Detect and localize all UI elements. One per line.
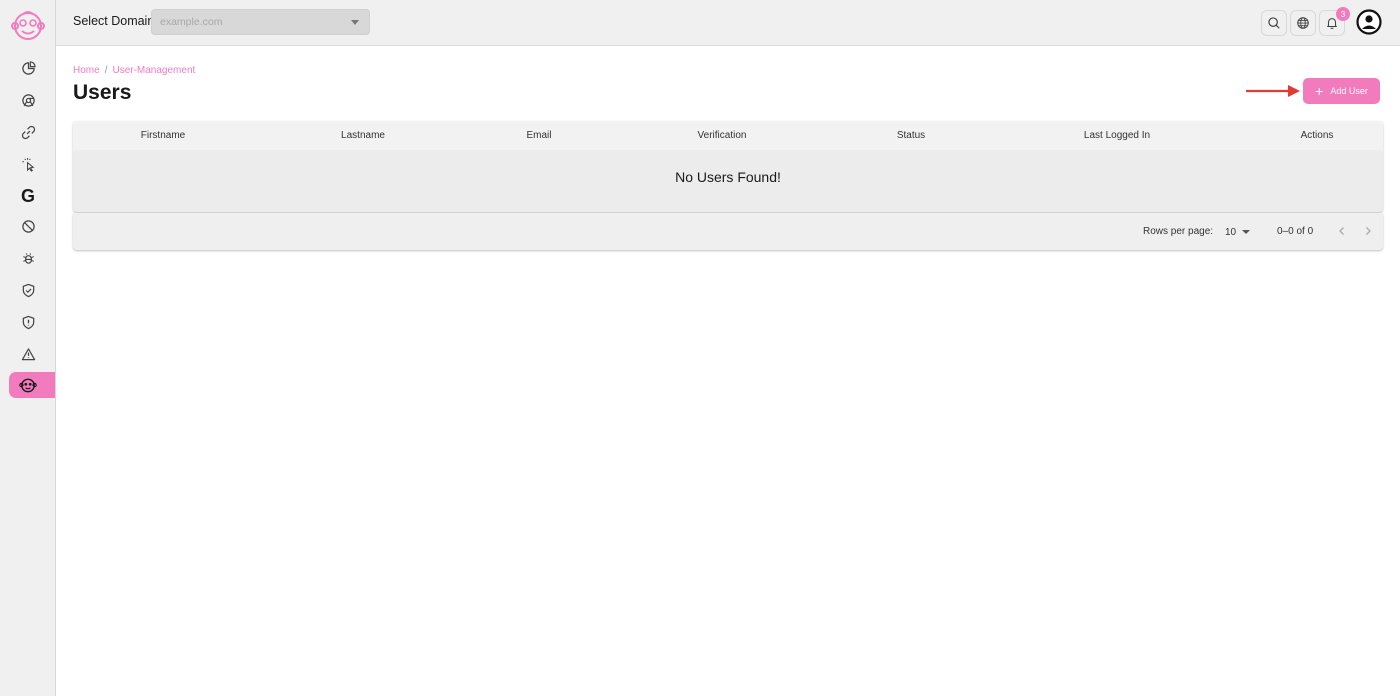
chrome-icon (21, 93, 35, 107)
domain-select-value: example.com (160, 16, 223, 28)
search-button[interactable] (1261, 10, 1287, 36)
breadcrumb: Home / User-Management (73, 65, 195, 76)
pie-chart-icon (21, 60, 36, 75)
add-user-button[interactable]: + Add User (1303, 78, 1380, 104)
search-icon (1268, 17, 1280, 29)
shield-check-icon (22, 283, 34, 297)
sidebar-item-bugs[interactable] (9, 245, 55, 271)
column-header-lastname[interactable]: Lastname (341, 130, 385, 141)
sidebar-item-dashboard[interactable] (9, 55, 55, 81)
previous-page-button[interactable] (1332, 221, 1352, 241)
sidebar-item-security[interactable] (9, 309, 55, 335)
sidebar-item-protection[interactable] (9, 277, 55, 303)
rows-per-page-value: 10 (1225, 226, 1237, 238)
user-avatar[interactable] (1356, 9, 1382, 35)
next-page-button[interactable] (1358, 221, 1378, 241)
column-header-status[interactable]: Status (897, 130, 925, 141)
column-header-last-logged-in[interactable]: Last Logged In (1084, 130, 1150, 141)
page-title: Users (73, 81, 132, 104)
column-header-actions: Actions (1300, 130, 1334, 141)
breadcrumb-home-link[interactable]: Home (73, 65, 100, 76)
plus-icon: + (1315, 83, 1324, 99)
domain-select[interactable]: example.com (151, 9, 370, 35)
sidebar-item-links[interactable] (9, 119, 55, 145)
column-header-email[interactable]: Email (526, 130, 551, 141)
caret-down-icon (351, 20, 359, 25)
notification-badge: 3 (1336, 7, 1350, 21)
chevron-right-icon (1366, 227, 1371, 235)
caret-down-icon (1242, 230, 1251, 234)
rows-per-page-label: Rows per page: (1143, 226, 1214, 237)
chevron-left-icon (1339, 227, 1344, 235)
breadcrumb-current[interactable]: User-Management (112, 65, 195, 76)
domain-label: Select Domain (73, 14, 155, 28)
bug-icon (22, 252, 34, 264)
shield-alert-icon (22, 315, 34, 329)
add-user-button-label: Add User (1330, 86, 1368, 96)
globe-icon (1297, 17, 1309, 29)
google-icon: G (20, 185, 35, 206)
empty-table-message: No Users Found! (675, 169, 781, 185)
user-circle-icon (1356, 9, 1382, 35)
users-table: Firstname Lastname Email Verification St… (73, 121, 1383, 212)
sidebar-item-block[interactable] (9, 213, 55, 239)
sidebar-item-google[interactable]: G (9, 183, 55, 209)
sidebar-item-browser[interactable] (9, 87, 55, 113)
sidebar: G (0, 0, 56, 696)
link-icon (21, 125, 35, 139)
annotation-arrow-icon (1246, 85, 1300, 97)
rows-per-page-select[interactable]: 10 (1225, 222, 1255, 242)
table-header-row: Firstname Lastname Email Verification St… (73, 121, 1383, 150)
pagination-range: 0–0 of 0 (1277, 226, 1314, 237)
sidebar-item-alerts[interactable] (9, 341, 55, 367)
table-pagination: Rows per page: 10 0–0 of 0 (73, 213, 1383, 250)
language-button[interactable] (1290, 10, 1316, 36)
column-header-verification[interactable]: Verification (698, 130, 747, 141)
block-icon (21, 219, 35, 233)
brand-logo-icon[interactable] (10, 9, 46, 43)
app-root: G Select Domain example.com 3 Home / Use… (0, 0, 1400, 696)
breadcrumb-separator: / (104, 65, 108, 76)
click-pointer-icon (21, 157, 34, 172)
top-bar: Select Domain example.com 3 (56, 0, 1400, 46)
sidebar-item-clicks[interactable] (9, 151, 55, 177)
sidebar-item-user-management[interactable] (9, 372, 55, 398)
notifications-button[interactable]: 3 (1319, 7, 1350, 36)
column-header-firstname[interactable]: Firstname (141, 130, 185, 141)
monkey-face-icon (19, 378, 37, 393)
warning-icon (21, 347, 35, 360)
